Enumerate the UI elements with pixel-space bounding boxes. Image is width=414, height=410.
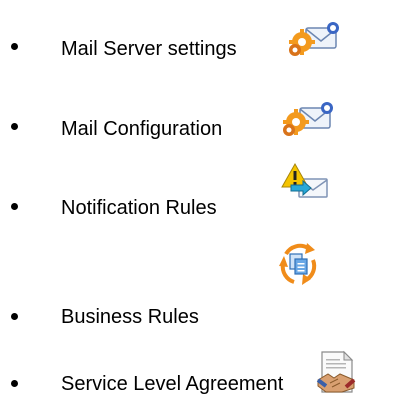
- bullet-list: Mail Server settings Mail Configuration: [0, 0, 414, 407]
- list-item-notification-rules[interactable]: Notification Rules: [0, 163, 414, 223]
- warning-mail-icon: [281, 163, 328, 198]
- bullet-dot: [11, 43, 18, 50]
- rules-cycle-icon: [279, 243, 317, 285]
- agreement-handshake-icon: [316, 350, 356, 393]
- list-item-business-rules[interactable]: Business Rules: [0, 242, 414, 328]
- list-item-mail-server-settings[interactable]: Mail Server settings: [0, 18, 414, 78]
- mail-settings-icon: [289, 22, 339, 56]
- mail-settings-icon: [283, 102, 333, 136]
- list-item-label: Business Rules: [61, 306, 199, 328]
- bullet-dot: [11, 313, 18, 320]
- list-item-label: Mail Configuration: [61, 118, 223, 140]
- bullet-dot: [11, 380, 18, 387]
- list-item-service-level-agreement[interactable]: Service Level Agreement: [0, 350, 414, 410]
- list-item-label: Mail Server settings: [61, 38, 237, 60]
- list-item-mail-configuration[interactable]: Mail Configuration: [0, 98, 414, 158]
- bullet-dot: [11, 123, 18, 130]
- list-item-label: Service Level Agreement: [61, 373, 284, 395]
- bullet-dot: [11, 203, 18, 210]
- list-item-label: Notification Rules: [61, 197, 217, 219]
